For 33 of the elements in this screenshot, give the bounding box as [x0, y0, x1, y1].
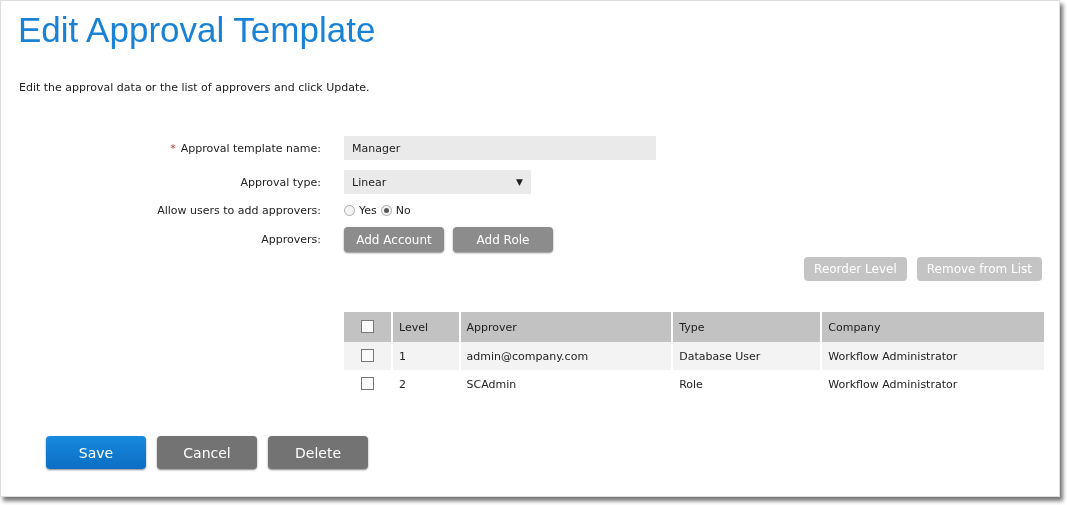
table-cell: 2: [392, 370, 460, 398]
required-mark: *: [170, 141, 176, 155]
table-cell: Workflow Administrator: [821, 370, 1044, 398]
field-label: Approval template name:: [180, 141, 321, 155]
radio-button[interactable]: [344, 205, 355, 216]
field-label: Allow users to add approvers:: [157, 204, 321, 217]
add-button[interactable]: Add Role: [453, 227, 553, 252]
column-header: Approver: [459, 312, 673, 342]
table-cell: admin@company.com: [459, 342, 673, 370]
table-cell: SCAdmin: [459, 370, 673, 398]
column-header: Level: [392, 312, 460, 342]
table-cell: Role: [672, 370, 822, 398]
radio-label: Yes: [359, 204, 377, 217]
column-header: Type: [672, 312, 822, 342]
save-button[interactable]: Save: [46, 436, 146, 469]
select-all-checkbox[interactable]: [361, 319, 374, 333]
field-label: Approval type:: [240, 175, 321, 189]
page-title: Edit Approval Template: [18, 9, 377, 51]
table-cell: Database User: [672, 342, 822, 370]
table-cell: 1: [392, 342, 460, 370]
action-button[interactable]: Delete: [268, 436, 368, 469]
field-label: Approvers:: [261, 233, 321, 246]
row-checkbox[interactable]: [361, 376, 374, 390]
dropdown[interactable]: Linear ▼: [344, 170, 531, 194]
add-button[interactable]: Add Account: [344, 227, 444, 252]
input-field[interactable]: Manager: [344, 136, 656, 160]
action-button[interactable]: Cancel: [157, 436, 257, 469]
radio-button[interactable]: [380, 205, 392, 216]
instruction-text: Edit the approval data or the list of approvers and click Update.: [19, 81, 371, 94]
table-cell: Workflow Administrator: [821, 342, 1044, 370]
column-header: Company: [821, 312, 1044, 342]
radio-label: No: [395, 204, 411, 217]
row-checkbox[interactable]: [361, 348, 374, 362]
